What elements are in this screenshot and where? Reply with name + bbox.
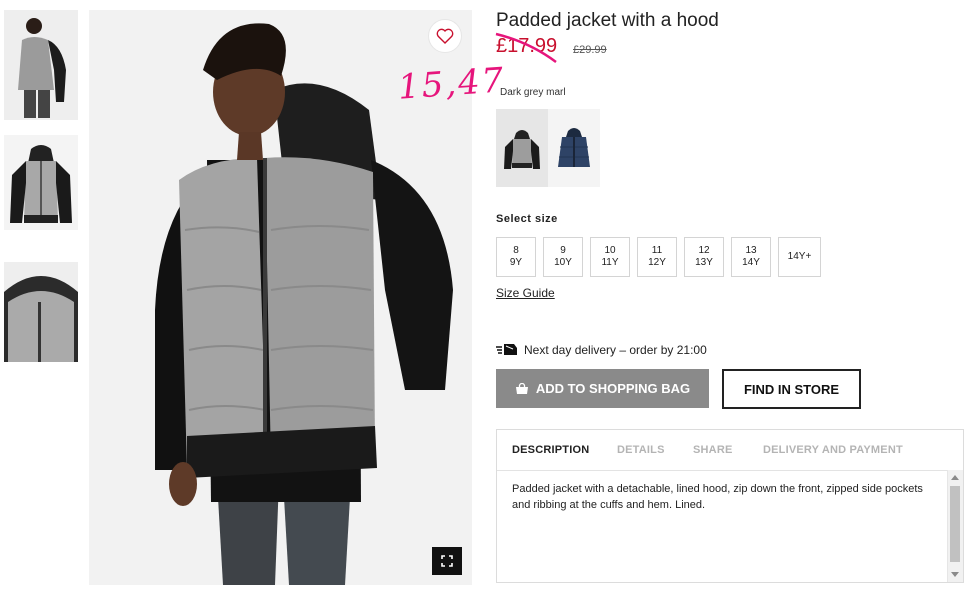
fullscreen-icon [441,555,453,567]
thumbnail-jacket-front[interactable] [4,135,78,230]
size-option-line2: 9Y [509,257,523,268]
expand-image-button[interactable] [432,547,462,575]
size-option-line1: 10 [604,245,616,256]
tab-share[interactable]: SHARE [693,444,733,456]
select-size-label: Select size [496,213,558,225]
add-to-bag-button[interactable]: ADD TO SHOPPING BAG [496,369,709,408]
favourite-button[interactable] [428,19,462,53]
description-scrollbar[interactable] [947,470,963,582]
tab-delivery-and-payment[interactable]: DELIVERY AND PAYMENT [763,444,903,456]
size-option-11-12y[interactable]: 11 12Y [637,237,677,277]
thumbnail-model-side[interactable] [4,10,78,120]
original-price: £29.99 [573,44,607,56]
price-strike-annotation [495,32,557,64]
shopping-bag-icon [515,382,528,394]
size-option-line2: 12Y [648,257,666,268]
size-option-8-9y[interactable]: 8 9Y [496,237,536,277]
add-to-bag-label: ADD TO SHOPPING BAG [535,381,691,396]
info-tabs: DESCRIPTION DETAILS SHARE DELIVERY AND P… [497,430,963,471]
size-option-line1: 14Y+ [787,251,812,262]
size-option-line1: 12 [698,245,710,256]
size-option-line2: 10Y [554,257,572,268]
size-option-line2: 14Y [742,257,760,268]
handwritten-price-annotation: 15,47 [396,60,507,108]
size-option-13-14y[interactable]: 13 14Y [731,237,771,277]
size-option-line1: 11 [651,245,663,256]
delivery-truck-icon [496,344,517,355]
size-guide-link[interactable]: Size Guide [496,286,555,300]
size-option-12-13y[interactable]: 12 13Y [684,237,724,277]
heart-icon [436,28,454,44]
size-option-line2: 11Y [601,257,619,268]
size-option-line1: 9 [560,245,566,256]
size-option-line1: 8 [513,245,519,256]
size-option-14y-plus[interactable]: 14Y+ [778,237,821,277]
swatch-dark-blue[interactable] [548,109,600,187]
find-in-store-button[interactable]: FIND IN STORE [722,369,861,409]
scroll-down-arrow[interactable] [951,572,959,577]
size-option-9-10y[interactable]: 9 10Y [543,237,583,277]
product-description: Padded jacket with a detachable, lined h… [512,483,923,511]
swatch-dark-grey-marl[interactable] [496,109,548,187]
tab-details[interactable]: DETAILS [617,444,665,456]
tab-description[interactable]: DESCRIPTION [512,444,589,456]
selected-color-name: Dark grey marl [500,87,566,98]
thumbnail-hood-detail[interactable] [4,262,78,362]
product-info-panel: DESCRIPTION DETAILS SHARE DELIVERY AND P… [496,429,964,583]
size-option-line1: 13 [745,245,757,256]
size-option-10-11y[interactable]: 10 11Y [590,237,630,277]
delivery-info: Next day delivery – order by 21:00 [524,343,707,357]
scroll-up-arrow[interactable] [951,475,959,480]
scrollbar-thumb[interactable] [950,486,960,562]
size-option-line2: 13Y [695,257,713,268]
